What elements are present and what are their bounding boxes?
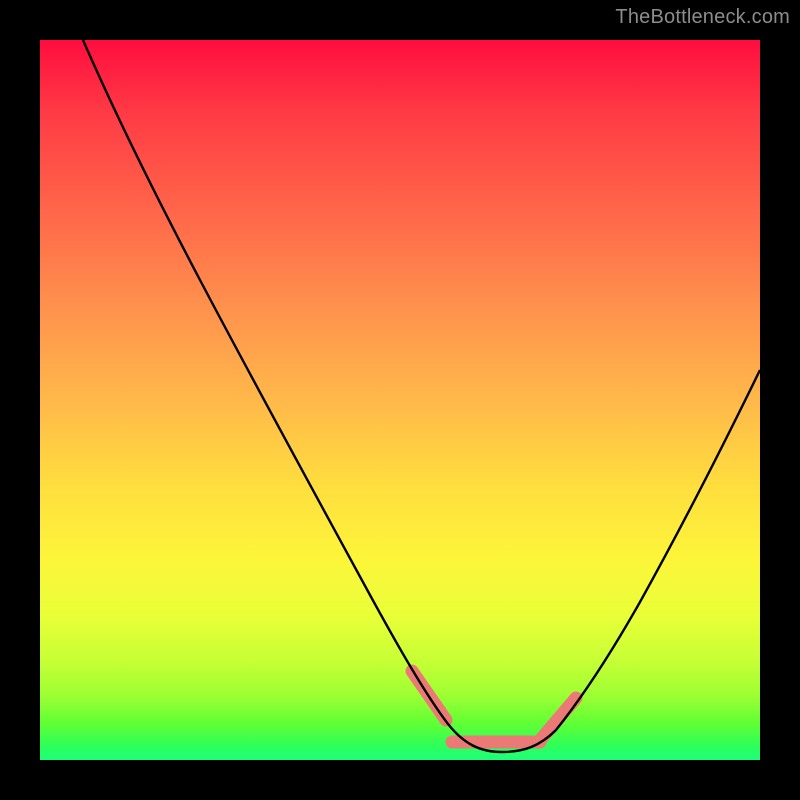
attribution-label: TheBottleneck.com — [615, 6, 790, 29]
bottleneck-curve — [40, 40, 760, 760]
plot-area — [40, 40, 760, 760]
highlight-right-exit — [542, 698, 576, 738]
curve-main — [83, 40, 760, 752]
chart-frame: TheBottleneck.com — [0, 0, 800, 800]
